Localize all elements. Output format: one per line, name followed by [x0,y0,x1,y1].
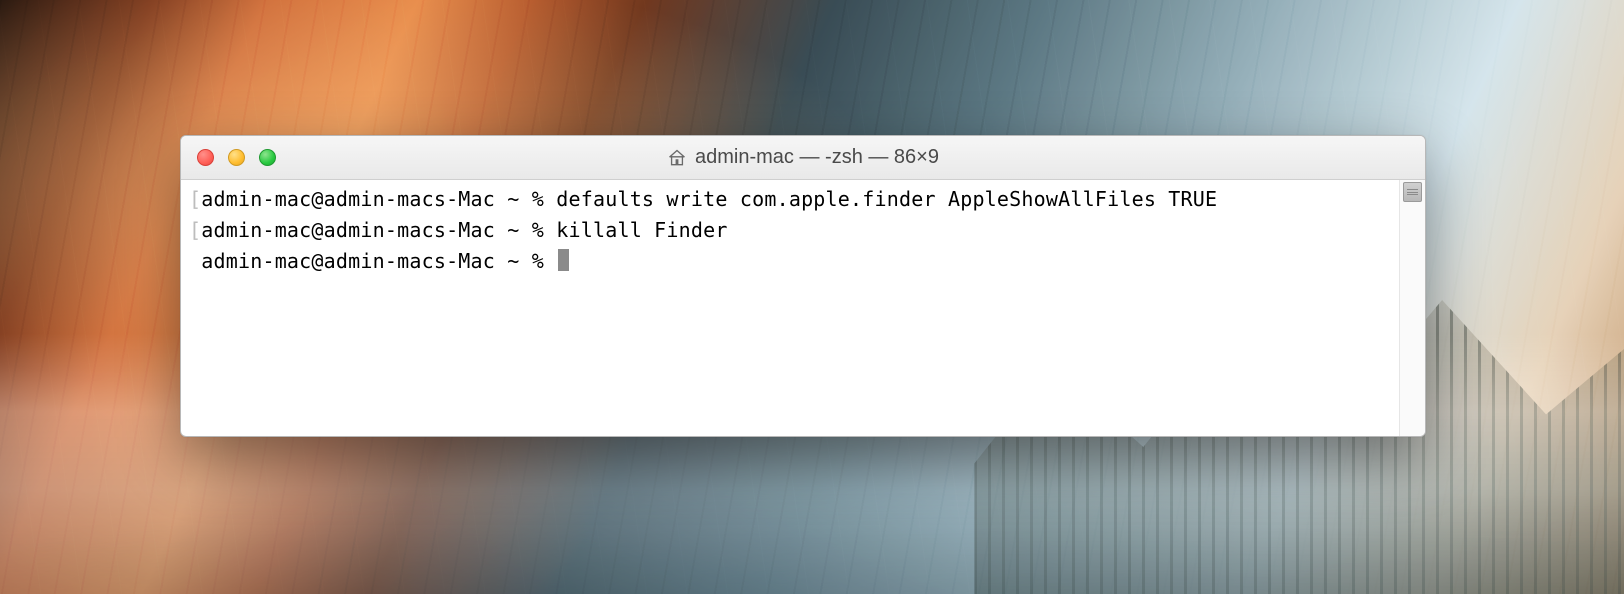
shell-prompt: admin-mac@admin-macs-Mac ~ % [201,218,556,242]
shell-prompt: admin-mac@admin-macs-Mac ~ % [201,249,556,273]
shell-command: killall Finder [556,218,727,242]
terminal-body: [admin-mac@admin-macs-Mac ~ % defaults w… [181,180,1425,436]
prompt-open-bracket: [ [189,187,201,211]
window-title: admin-mac — -zsh — 86×9 [181,146,1425,169]
window-controls [181,149,276,166]
terminal-line: admin-mac@admin-macs-Mac ~ % [189,246,1393,277]
close-button[interactable] [197,149,214,166]
terminal-window: admin-mac — -zsh — 86×9 [admin-mac@admin… [180,135,1426,437]
shell-command: defaults write com.apple.finder AppleSho… [556,187,1217,211]
text-cursor [558,249,569,271]
home-icon [667,148,687,168]
shell-prompt: admin-mac@admin-macs-Mac ~ % [201,187,556,211]
scrollbar-thumb[interactable] [1403,182,1422,202]
terminal-line: [admin-mac@admin-macs-Mac ~ % defaults w… [189,184,1393,215]
minimize-button[interactable] [228,149,245,166]
scrollbar[interactable] [1399,180,1425,436]
terminal-output[interactable]: [admin-mac@admin-macs-Mac ~ % defaults w… [181,180,1399,436]
zoom-button[interactable] [259,149,276,166]
terminal-line: [admin-mac@admin-macs-Mac ~ % killall Fi… [189,215,1393,246]
titlebar[interactable]: admin-mac — -zsh — 86×9 [181,136,1425,180]
prompt-open-bracket: [ [189,218,201,242]
window-title-text: admin-mac — -zsh — 86×9 [695,146,939,169]
